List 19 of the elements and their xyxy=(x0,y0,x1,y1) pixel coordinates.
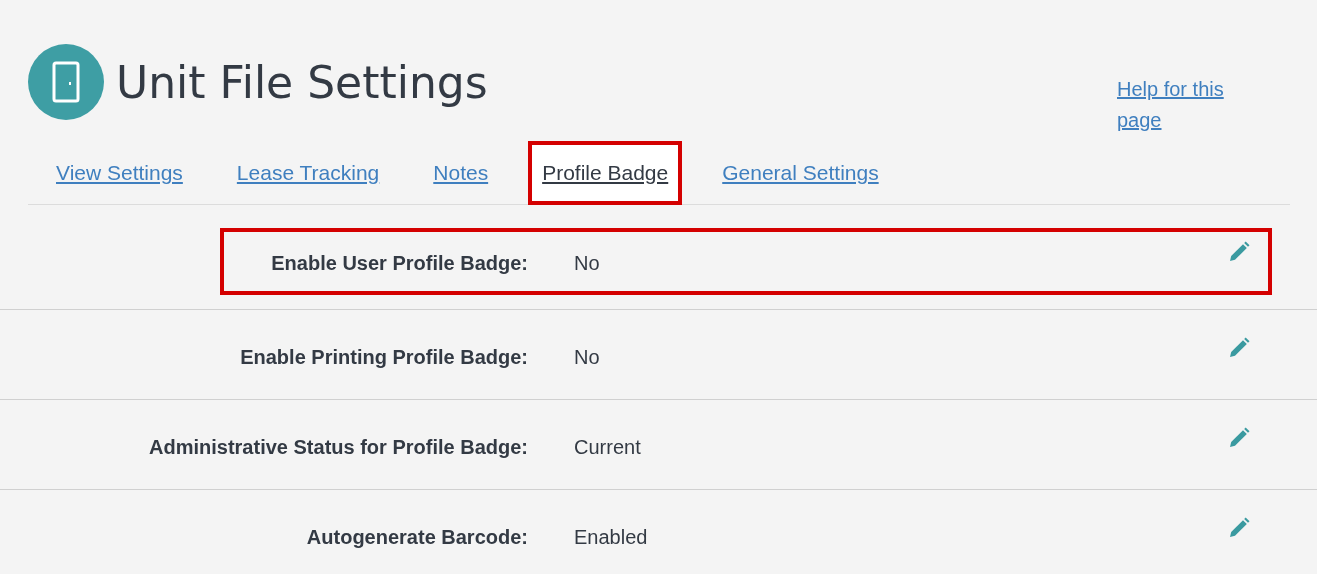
tab[interactable]: Notes xyxy=(419,141,503,205)
setting-label: Enable Printing Profile Badge: xyxy=(239,346,528,369)
tab[interactable]: Lease Tracking xyxy=(222,141,394,205)
tab[interactable]: General Settings xyxy=(708,141,893,205)
tab[interactable]: View Settings xyxy=(42,141,197,205)
edit-icon[interactable] xyxy=(1227,426,1251,450)
setting-value: No xyxy=(574,346,600,369)
edit-icon[interactable] xyxy=(1227,239,1251,264)
setting-label: Autogenerate Barcode: xyxy=(305,526,528,549)
setting-value: Enabled xyxy=(574,526,648,549)
page-title: Unit File Settings xyxy=(116,56,488,108)
setting-label: Enable User Profile Badge: xyxy=(270,251,528,275)
setting-label: Administrative Status for Profile Badge: xyxy=(148,436,528,459)
setting-value: Current xyxy=(574,436,641,459)
tab[interactable]: Profile Badge xyxy=(528,141,683,205)
help-link[interactable]: Help for this page xyxy=(1117,74,1267,136)
edit-icon[interactable] xyxy=(1227,516,1251,540)
setting-value: No xyxy=(574,251,600,275)
edit-icon[interactable] xyxy=(1227,336,1251,360)
